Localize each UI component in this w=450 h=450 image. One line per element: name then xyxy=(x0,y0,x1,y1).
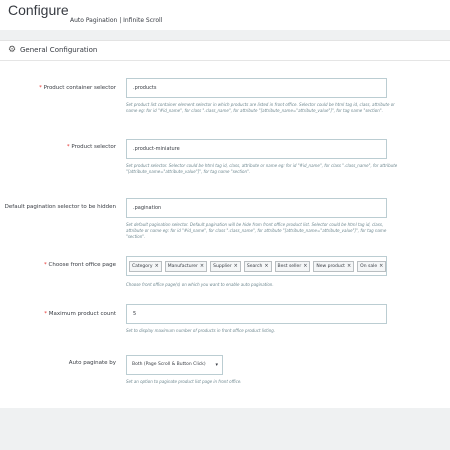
product-selector-label-text: Product selector xyxy=(71,144,116,150)
tag-label: Best seller xyxy=(277,263,302,269)
tag-supplier[interactable]: Supplier × xyxy=(210,260,241,272)
front-office-page-help: Choose front office page(s) on which you… xyxy=(126,282,274,287)
front-office-page-label-text: Choose front office page xyxy=(48,262,116,268)
close-icon[interactable]: × xyxy=(200,262,204,271)
page-title: Configure xyxy=(8,2,69,18)
tag-label: New product xyxy=(316,263,345,269)
auto-paginate-help: Set an option to paginate product list p… xyxy=(126,379,242,384)
close-icon[interactable]: × xyxy=(155,262,159,271)
product-selector-help: Set product selector. Selector could be … xyxy=(126,163,398,174)
tag-label: Search xyxy=(246,263,263,269)
product-container-label-text: Product container selector xyxy=(43,85,116,91)
auto-paginate-label: Auto paginate by xyxy=(68,360,116,366)
panel-heading: ⚙ General Configuration xyxy=(0,41,450,61)
tag-label: Supplier xyxy=(213,263,232,269)
tag-best-seller[interactable]: Best seller × xyxy=(274,260,311,272)
product-selector-label: * Product selector xyxy=(67,143,116,151)
close-icon[interactable]: × xyxy=(347,262,351,271)
tag-label: Manufacturer xyxy=(167,263,198,269)
page-header: Configure Auto Pagination | Infinite Scr… xyxy=(0,0,450,30)
default-pagination-help: Set default pagination selector. Default… xyxy=(126,222,387,239)
max-product-count-input[interactable]: 5 xyxy=(126,304,387,324)
auto-paginate-value: Both (Page Scroll & Button Click) xyxy=(132,362,206,367)
tag-label: Category xyxy=(132,263,153,269)
tag-on-sale[interactable]: On sale × xyxy=(357,260,387,272)
close-icon[interactable]: × xyxy=(264,262,268,271)
max-product-count-label: * Maximum product count xyxy=(44,310,116,318)
max-product-count-label-text: Maximum product count xyxy=(48,311,116,317)
close-icon[interactable]: × xyxy=(379,262,383,271)
max-product-count-help: Set to display maximum number of product… xyxy=(126,328,276,333)
auto-paginate-select[interactable]: Both (Page Scroll & Button Click) ▾ xyxy=(126,355,223,375)
chevron-down-icon: ▾ xyxy=(215,362,218,368)
tag-label: On sale xyxy=(360,263,378,269)
tag-category[interactable]: Category × xyxy=(129,260,162,272)
product-container-input[interactable]: .products xyxy=(126,78,387,98)
front-office-page-label: * Choose front office page xyxy=(44,261,116,269)
default-pagination-label: Default pagination selector to be hidden xyxy=(4,204,116,210)
close-icon[interactable]: × xyxy=(303,262,307,271)
gear-icon: ⚙ xyxy=(8,45,17,55)
product-container-label: * Product container selector xyxy=(39,84,116,92)
tag-search[interactable]: Search × xyxy=(243,260,272,272)
panel-title: General Configuration xyxy=(20,46,98,54)
product-container-help: Set product list container element selec… xyxy=(126,102,395,113)
default-pagination-input[interactable]: .pagination xyxy=(126,198,387,218)
product-selector-input[interactable]: .product-miniature xyxy=(126,139,387,159)
front-office-page-tag-input[interactable]: Category × Manufacturer × Supplier × Search… xyxy=(126,256,387,276)
close-icon[interactable]: × xyxy=(234,262,238,271)
tag-new-product[interactable]: New product × xyxy=(313,260,355,272)
tag-manufacturer[interactable]: Manufacturer × xyxy=(164,260,208,272)
page-subtitle: Auto Pagination | Infinite Scroll xyxy=(70,17,163,24)
